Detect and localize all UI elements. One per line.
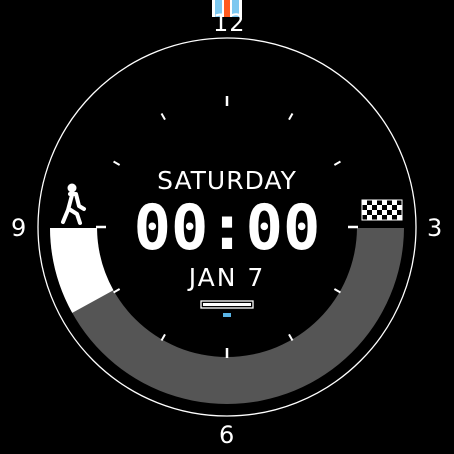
hour-marker-12: 12 [213, 9, 246, 37]
watch-face: 12 3 6 9 SATURDAY 00:00 JAN 7 [0, 0, 454, 454]
digital-time: 00:00 [133, 191, 321, 264]
minute-tick [160, 113, 166, 121]
minute-tick [160, 333, 166, 341]
day-of-week: SATURDAY [157, 166, 297, 195]
battery-level-dot [223, 313, 231, 317]
minute-tick [113, 160, 121, 166]
hour-marker-6: 6 [219, 421, 236, 449]
minute-tick [288, 113, 294, 121]
date-label: JAN 7 [188, 263, 266, 292]
minute-tick [333, 160, 341, 166]
battery-indicator [200, 300, 254, 317]
minute-tick [288, 333, 294, 341]
